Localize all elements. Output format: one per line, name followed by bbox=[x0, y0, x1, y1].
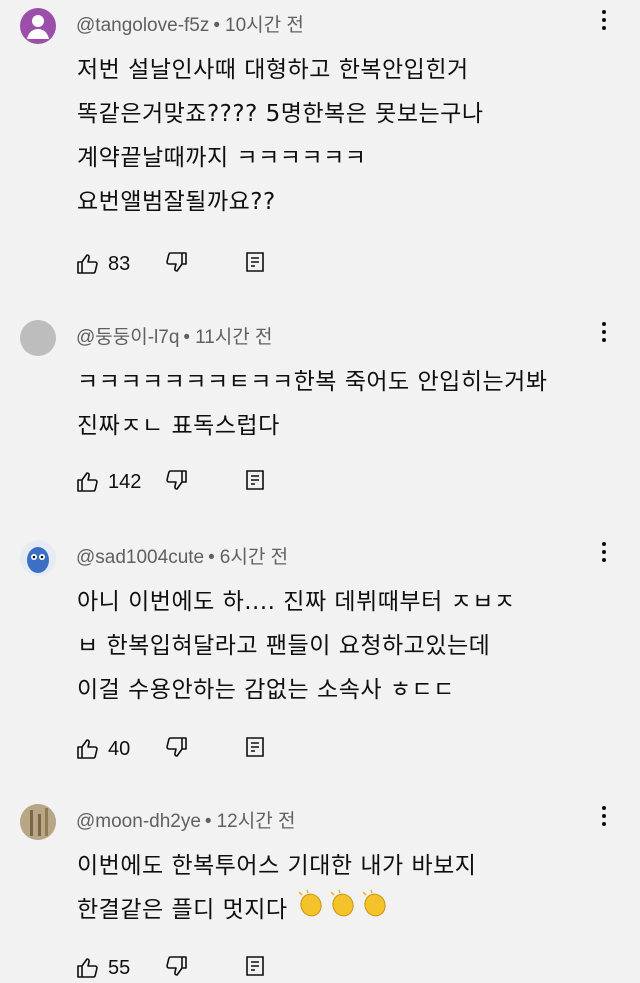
like-count: 55 bbox=[108, 956, 131, 979]
comment-actions: 40 bbox=[76, 735, 276, 763]
timestamp[interactable]: 10시간 전 bbox=[225, 15, 304, 36]
comment-text: 이번에도 한복투어스 기대한 내가 바보지 한결같은 플디 멋지다 bbox=[77, 844, 622, 933]
comment-line: 이번에도 한복투어스 기대한 내가 바보지 bbox=[77, 853, 477, 879]
reply-icon[interactable] bbox=[243, 954, 267, 978]
comment-line-text: 한결같은 플디 멋지다 bbox=[77, 897, 288, 923]
username[interactable]: @tangolove-f5z bbox=[76, 15, 209, 36]
username[interactable]: @moon-dh2ye bbox=[76, 811, 201, 832]
avatar-icon bbox=[27, 15, 49, 39]
username[interactable]: @둥둥이-l7q bbox=[76, 327, 179, 348]
timestamp[interactable]: 12시간 전 bbox=[217, 811, 296, 832]
thumbs-up-icon[interactable] bbox=[76, 737, 100, 761]
comment-text: 저번 설날인사때 대형하고 한복안입힌거 똑같은거맞죠???? 5명한복은 못보… bbox=[77, 48, 622, 224]
reply-icon[interactable] bbox=[243, 250, 267, 274]
clapping-hands-icon bbox=[295, 888, 391, 933]
avatar[interactable] bbox=[20, 804, 56, 840]
more-vert-icon[interactable] bbox=[596, 322, 612, 348]
comment-line: 아니 이번에도 하.... 진짜 데뷔때부터 ㅈㅂㅈ bbox=[77, 589, 516, 615]
comment-text: 아니 이번에도 하.... 진짜 데뷔때부터 ㅈㅂㅈ ㅂ 한복입혀달라고 팬들이… bbox=[77, 580, 622, 712]
username[interactable]: @sad1004cute bbox=[76, 547, 204, 568]
comment-meta: @둥둥이-l7q • 11시간 전 bbox=[76, 327, 273, 348]
comment-actions: 83 bbox=[76, 250, 276, 278]
comment-meta: @sad1004cute • 6시간 전 bbox=[76, 547, 289, 568]
avatar[interactable] bbox=[20, 320, 56, 356]
comment-line: 저번 설날인사때 대형하고 한복안입힌거 bbox=[77, 57, 469, 83]
comment-line: 한결같은 플디 멋지다 bbox=[77, 888, 622, 933]
comment-line: ㅂ 한복입혀달라고 팬들이 요청하고있는데 bbox=[77, 633, 491, 659]
comment-line: 진짜ㅈㄴ 표독스럽다 bbox=[77, 413, 280, 439]
comment-text: ㅋㅋㅋㅋㅋㅋㅋㅌㅋㅋ한복 죽어도 안입히는거봐 진짜ㅈㄴ 표독스럽다 bbox=[77, 360, 622, 448]
more-vert-icon[interactable] bbox=[596, 542, 612, 568]
avatar[interactable] bbox=[20, 8, 56, 44]
reply-icon[interactable] bbox=[243, 735, 267, 759]
more-vert-icon[interactable] bbox=[596, 10, 612, 36]
thumbs-down-icon[interactable] bbox=[164, 954, 188, 978]
comment-actions: 142 bbox=[76, 468, 276, 496]
comment-line: 똑같은거맞죠???? 5명한복은 못보는구나 bbox=[77, 101, 484, 127]
avatar-icon bbox=[20, 804, 56, 840]
comment-meta: @tangolove-f5z • 10시간 전 bbox=[76, 15, 304, 36]
thumbs-down-icon[interactable] bbox=[164, 468, 188, 492]
like-count: 142 bbox=[108, 470, 142, 493]
more-vert-icon[interactable] bbox=[596, 806, 612, 832]
thumbs-up-icon[interactable] bbox=[76, 470, 100, 494]
avatar[interactable] bbox=[20, 540, 56, 576]
timestamp[interactable]: 11시간 전 bbox=[195, 327, 272, 348]
thumbs-down-icon[interactable] bbox=[164, 250, 188, 274]
timestamp[interactable]: 6시간 전 bbox=[220, 547, 288, 568]
comment-line: 계약끝날때까지 ㅋㅋㅋㅋㅋㅋ bbox=[77, 145, 367, 171]
comment-line: 이걸 수용안하는 감없는 소속사 ㅎㄷㄷ bbox=[77, 677, 455, 703]
thumbs-down-icon[interactable] bbox=[164, 735, 188, 759]
comment-line: ㅋㅋㅋㅋㅋㅋㅋㅌㅋㅋ한복 죽어도 안입히는거봐 bbox=[77, 369, 548, 395]
thumbs-up-icon[interactable] bbox=[76, 252, 100, 276]
comment-meta: @moon-dh2ye • 12시간 전 bbox=[76, 811, 296, 832]
comment-line: 요번앨범잘될까요?? bbox=[77, 189, 276, 215]
comment-actions: 55 bbox=[76, 954, 276, 982]
like-count: 40 bbox=[108, 737, 131, 760]
like-count: 83 bbox=[108, 252, 131, 275]
avatar-icon bbox=[27, 547, 49, 573]
reply-icon[interactable] bbox=[243, 468, 267, 492]
thumbs-up-icon[interactable] bbox=[76, 956, 100, 980]
